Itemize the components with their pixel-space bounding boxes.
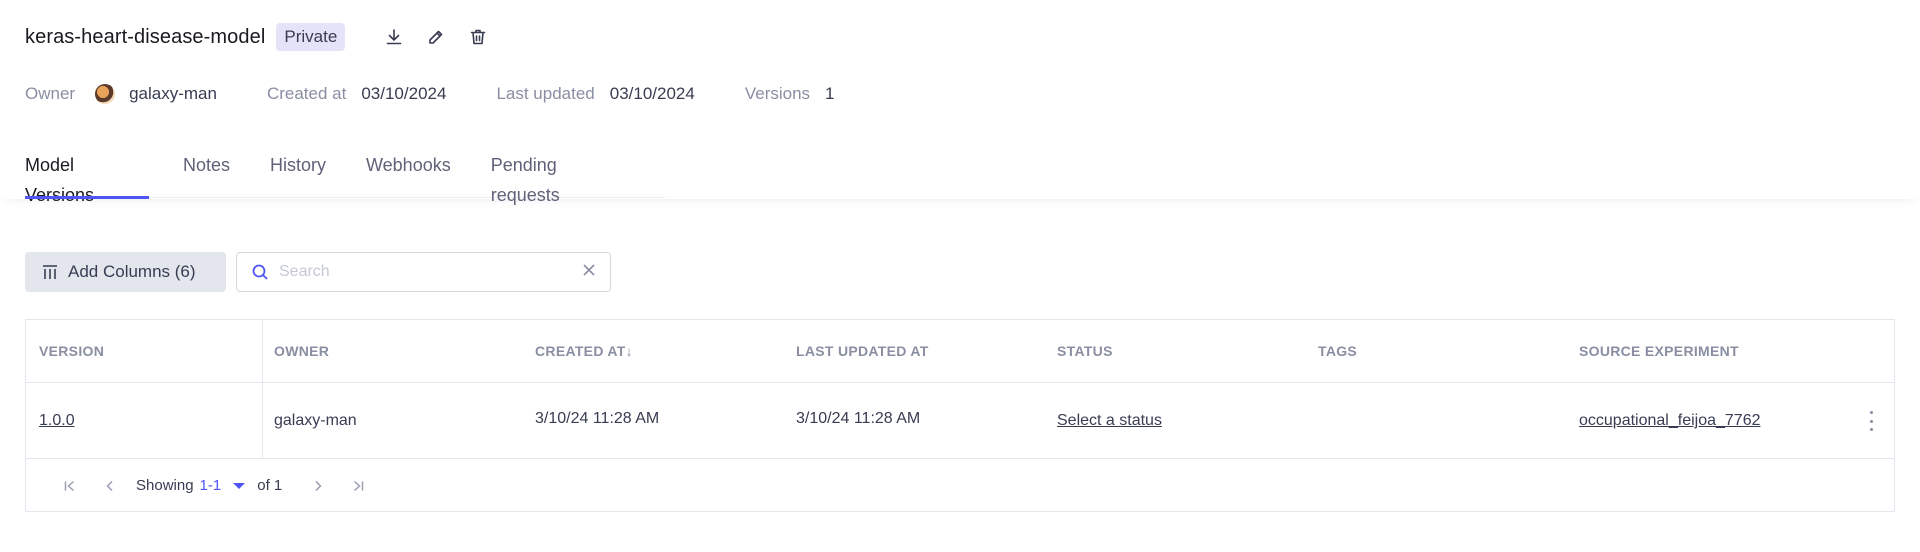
add-columns-label: Add Columns (6)	[68, 262, 196, 281]
delete-icon[interactable]	[464, 23, 492, 51]
model-meta: Owner galaxy-man Created at 03/10/2024 L…	[25, 80, 885, 108]
model-actions	[380, 23, 492, 51]
tab-webhooks[interactable]: Webhooks	[366, 150, 451, 198]
showing-label: Showing	[136, 477, 194, 494]
column-header-last-updated-at[interactable]: LAST UPDATED AT	[796, 320, 929, 383]
updated-value: 03/10/2024	[609, 84, 695, 103]
created-value: 03/10/2024	[361, 84, 447, 103]
clear-search-icon[interactable]	[582, 263, 596, 282]
title-row: keras-heart-disease-model Private	[25, 22, 492, 52]
status-select-link[interactable]: Select a status	[1057, 383, 1162, 459]
tab-model-versions[interactable]: Model Versions	[25, 150, 149, 205]
row-owner: galaxy-man	[274, 412, 357, 429]
column-header-created-at[interactable]: CREATED AT↓	[535, 320, 633, 383]
column-header-status[interactable]: STATUS	[1057, 320, 1113, 383]
source-experiment-link[interactable]: occupational_feijoa_7762	[1579, 383, 1760, 459]
versions-value: 1	[825, 84, 835, 103]
visibility-badge: Private	[276, 23, 346, 51]
model-header: keras-heart-disease-model Private Owner …	[0, 0, 1920, 205]
owner-meta: Owner galaxy-man	[25, 84, 217, 104]
next-page-icon[interactable]	[304, 472, 332, 500]
versions-toolbar: Add Columns (6)	[25, 252, 611, 292]
created-label: Created at	[266, 84, 347, 103]
page-total: of 1	[257, 477, 283, 494]
column-header-owner[interactable]: OWNER	[274, 320, 329, 383]
owner-label: Owner	[25, 84, 76, 103]
search-box	[236, 252, 611, 292]
range-dropdown-icon[interactable]	[233, 482, 246, 489]
column-header-tags[interactable]: TAGS	[1318, 320, 1357, 383]
created-meta: Created at 03/10/2024	[267, 84, 446, 104]
tab-bar: Model Versions Notes History Webhooks Pe…	[25, 150, 665, 205]
pagination: Showing 1-1 of 1	[26, 459, 1894, 512]
versions-table: VERSION OWNER CREATED AT↓ LAST UPDATED A…	[25, 319, 1895, 512]
tab-history[interactable]: History	[270, 150, 326, 198]
last-page-icon[interactable]	[344, 472, 372, 500]
updated-label: Last updated	[496, 84, 595, 103]
columns-icon	[43, 265, 57, 279]
table-row: 1.0.0 galaxy-man 3/10/24 11:28 AM 3/10/2…	[26, 383, 1894, 459]
tab-notes[interactable]: Notes	[183, 150, 230, 198]
first-page-icon[interactable]	[56, 472, 84, 500]
row-last-updated-at: 3/10/24 11:28 AM	[796, 410, 921, 427]
owner-name: galaxy-man	[129, 84, 217, 103]
search-icon	[252, 264, 268, 280]
versions-meta: Versions 1	[745, 84, 835, 104]
versions-label: Versions	[744, 84, 811, 103]
created-at-label: CREATED AT	[535, 343, 626, 359]
table-header: VERSION OWNER CREATED AT↓ LAST UPDATED A…	[26, 320, 1894, 383]
column-header-version[interactable]: VERSION	[39, 320, 104, 383]
sort-desc-icon: ↓	[625, 343, 633, 359]
column-header-source-experiment[interactable]: SOURCE EXPERIMENT	[1579, 320, 1739, 383]
tab-pending-requests[interactable]: Pending requests	[491, 150, 625, 205]
page-range[interactable]: 1-1	[200, 477, 222, 494]
edit-icon[interactable]	[422, 23, 450, 51]
add-columns-button[interactable]: Add Columns (6)	[25, 252, 226, 292]
avatar	[95, 84, 116, 104]
row-created-at: 3/10/24 11:28 AM	[535, 410, 660, 427]
download-icon[interactable]	[380, 23, 408, 51]
previous-page-icon[interactable]	[96, 472, 124, 500]
model-name: keras-heart-disease-model	[25, 25, 266, 48]
row-more-icon[interactable]	[1868, 411, 1874, 431]
version-link[interactable]: 1.0.0	[39, 383, 75, 459]
search-input[interactable]	[279, 263, 582, 281]
updated-meta: Last updated 03/10/2024	[496, 84, 694, 104]
